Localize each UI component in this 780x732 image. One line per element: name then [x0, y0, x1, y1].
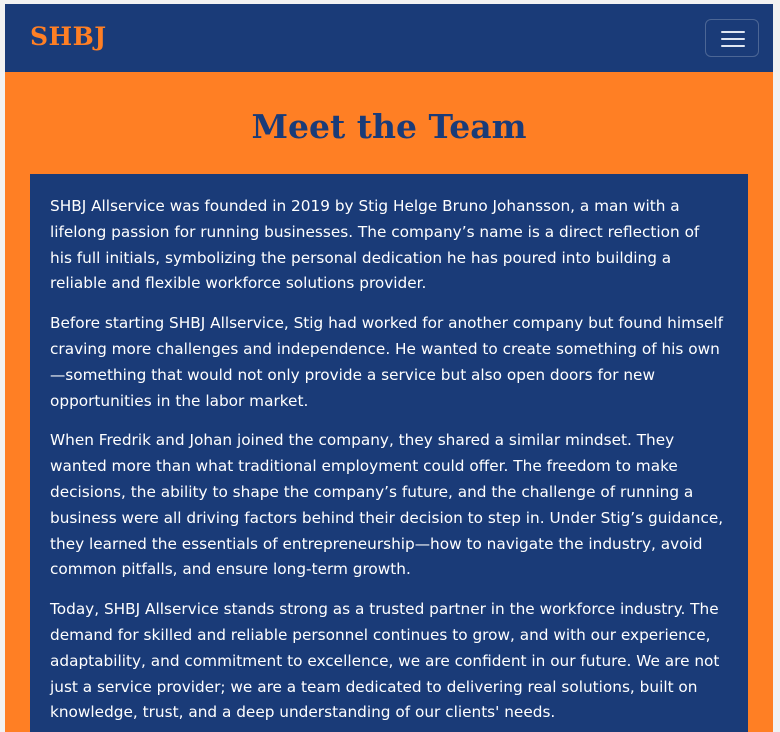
navbar: SHBJ: [5, 4, 773, 72]
hamburger-menu-icon: [721, 38, 745, 40]
about-paragraph-4: Today, SHBJ Allservice stands strong as …: [50, 600, 720, 722]
brand-logo[interactable]: SHBJ: [30, 22, 107, 51]
page-title: Meet the Team: [251, 107, 527, 146]
page-frame: SHBJ Meet the Team SHBJ Allservice was f…: [5, 4, 773, 732]
hamburger-menu-icon: [721, 31, 745, 33]
menu-toggle-button[interactable]: [705, 19, 759, 57]
about-section: SHBJ Allservice was founded in 2019 by S…: [30, 174, 748, 732]
about-paragraph-2: Before starting SHBJ Allservice, Stig ha…: [50, 314, 723, 410]
hamburger-menu-icon: [721, 45, 745, 47]
about-paragraph-3: When Fredrik and Johan joined the compan…: [50, 431, 724, 579]
about-paragraph-1: SHBJ Allservice was founded in 2019 by S…: [50, 197, 700, 293]
